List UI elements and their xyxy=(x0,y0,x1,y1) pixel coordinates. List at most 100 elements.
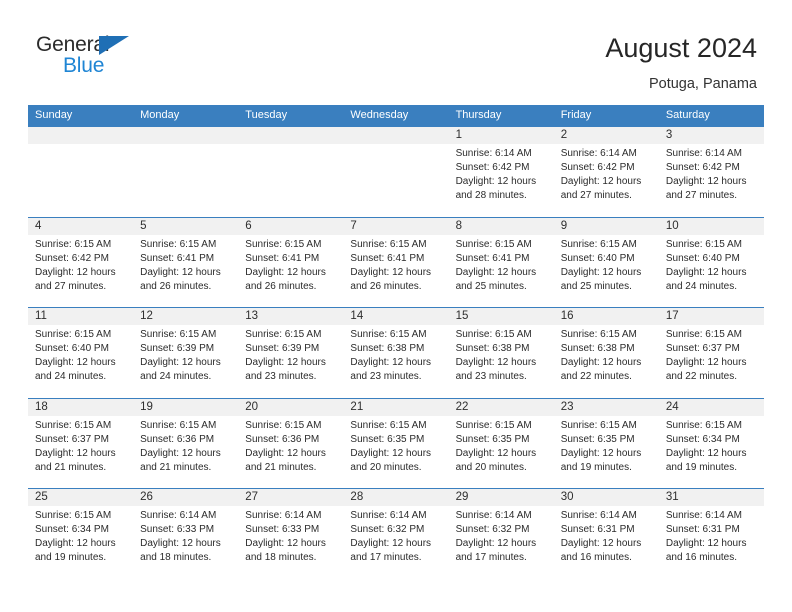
calendar-day-cell[interactable]: 9 Sunrise: 6:15 AM Sunset: 6:40 PM Daylight… xyxy=(553,217,659,307)
calendar-day-cell[interactable]: 2 Sunrise: 6:14 AM Sunset: 6:42 PM Daylight… xyxy=(553,127,659,217)
day-sun-info: Sunrise: 6:14 AM Sunset: 6:42 PM Daylight:… xyxy=(554,144,659,203)
day-sunset-line: Sunset: 6:35 PM xyxy=(560,433,635,445)
calendar-week-row: 25 Sunrise: 6:15 AM Sunset: 6:34 PM Dayligh… xyxy=(28,488,764,579)
day-daylight-line: and 24 minutes. xyxy=(35,371,107,383)
day-sunrise-line: Sunrise: 6:15 AM xyxy=(665,238,742,250)
calendar-day-cell[interactable]: 19 Sunrise: 6:15 AM Sunset: 6:36 PM Dayligh… xyxy=(133,398,239,488)
calendar-day-cell[interactable]: 3 Sunrise: 6:14 AM Sunset: 6:42 PM Daylight… xyxy=(658,127,764,217)
day-sunrise-line: Sunrise: 6:15 AM xyxy=(455,329,532,340)
day-daylight-line: Daylight: 12 hours xyxy=(455,357,537,369)
day-sun-info: Sunrise: 6:15 AM Sunset: 6:35 PM Daylight:… xyxy=(554,416,659,475)
calendar-day-cell[interactable]: 25 Sunrise: 6:15 AM Sunset: 6:34 PM Dayligh… xyxy=(28,489,134,579)
day-number: 18 xyxy=(28,398,134,416)
day-sun-info: Sunrise: 6:14 AM Sunset: 6:33 PM Daylight:… xyxy=(133,506,238,565)
day-daylight-line: and 28 minutes. xyxy=(455,190,527,202)
day-sun-info: Sunrise: 6:15 AM Sunset: 6:38 PM Daylight:… xyxy=(554,325,659,384)
calendar-day-cell[interactable]: 21 Sunrise: 6:15 AM Sunset: 6:35 PM Dayligh… xyxy=(343,398,449,488)
day-daylight-line: and 20 minutes. xyxy=(350,461,422,473)
calendar-day-cell[interactable]: 10 Sunrise: 6:15 AM Sunset: 6:40 PM Dayligh… xyxy=(658,217,764,307)
day-number: 31 xyxy=(658,489,764,506)
day-sun-info: Sunrise: 6:15 AM Sunset: 6:34 PM Daylight:… xyxy=(28,506,133,565)
calendar-day-cell[interactable]: 16 Sunrise: 6:15 AM Sunset: 6:38 PM Dayligh… xyxy=(553,308,659,398)
calendar-week-row: 1 Sunrise: 6:14 AM Sunset: 6:42 PM Daylight… xyxy=(28,126,764,217)
page-title: August 2024 xyxy=(605,33,757,63)
calendar-day-cell[interactable]: 23 Sunrise: 6:15 AM Sunset: 6:35 PM Dayligh… xyxy=(553,398,659,488)
day-number xyxy=(238,127,344,144)
calendar-day-cell[interactable]: 18 Sunrise: 6:15 AM Sunset: 6:37 PM Dayligh… xyxy=(28,398,134,488)
day-sunrise-line: Sunrise: 6:15 AM xyxy=(35,329,112,340)
calendar-day-cell[interactable]: 27 Sunrise: 6:14 AM Sunset: 6:33 PM Dayligh… xyxy=(238,489,344,579)
calendar-day-cell[interactable]: 28 Sunrise: 6:14 AM Sunset: 6:32 PM Dayligh… xyxy=(343,489,449,579)
day-number: 24 xyxy=(658,398,764,416)
calendar-day-cell[interactable]: 31 Sunrise: 6:14 AM Sunset: 6:31 PM Dayligh… xyxy=(658,489,764,579)
day-sunrise-line: Sunrise: 6:14 AM xyxy=(665,510,742,521)
day-daylight-line: and 23 minutes. xyxy=(455,371,527,383)
day-daylight-line: Daylight: 12 hours xyxy=(560,447,642,459)
day-daylight-line: and 23 minutes. xyxy=(350,371,422,383)
calendar-day-cell[interactable]: 13 Sunrise: 6:15 AM Sunset: 6:39 PM Dayligh… xyxy=(238,308,344,398)
day-daylight-line: and 26 minutes. xyxy=(245,280,317,292)
calendar-day-cell[interactable]: 30 Sunrise: 6:14 AM Sunset: 6:31 PM Dayligh… xyxy=(553,489,659,579)
day-daylight-line: and 22 minutes. xyxy=(560,371,632,383)
calendar-day-cell[interactable]: 8 Sunrise: 6:15 AM Sunset: 6:41 PM Daylight… xyxy=(448,217,554,307)
calendar-day-cell[interactable]: 17 Sunrise: 6:15 AM Sunset: 6:37 PM Dayligh… xyxy=(658,308,764,398)
calendar-day-cell[interactable]: 22 Sunrise: 6:15 AM Sunset: 6:35 PM Dayligh… xyxy=(448,398,554,488)
calendar-day-cell[interactable]: 15 Sunrise: 6:15 AM Sunset: 6:38 PM Dayligh… xyxy=(448,308,554,398)
calendar-day-cell[interactable]: 29 Sunrise: 6:14 AM Sunset: 6:32 PM Dayligh… xyxy=(448,489,554,579)
day-sunrise-line: Sunrise: 6:14 AM xyxy=(665,148,742,159)
weekday-friday: Friday xyxy=(560,109,592,121)
day-sun-info: Sunrise: 6:15 AM Sunset: 6:41 PM Daylight:… xyxy=(449,235,554,294)
day-daylight-line: Daylight: 12 hours xyxy=(560,176,642,188)
day-daylight-line: and 26 minutes. xyxy=(140,280,212,292)
day-number: 13 xyxy=(238,308,344,325)
calendar-day-cell[interactable]: 20 Sunrise: 6:15 AM Sunset: 6:36 PM Dayligh… xyxy=(238,398,344,488)
day-number: 1 xyxy=(448,127,554,144)
day-sunset-line: Sunset: 6:42 PM xyxy=(665,162,740,174)
day-sunset-line: Sunset: 6:40 PM xyxy=(560,252,635,264)
day-sun-info: Sunrise: 6:14 AM Sunset: 6:32 PM Daylight:… xyxy=(449,506,554,565)
day-sunset-line: Sunset: 6:41 PM xyxy=(245,252,320,264)
calendar-day-cell[interactable]: 6 Sunrise: 6:15 AM Sunset: 6:41 PM Daylight… xyxy=(238,217,344,307)
day-sunset-line: Sunset: 6:34 PM xyxy=(665,433,740,445)
day-sunrise-line: Sunrise: 6:14 AM xyxy=(350,510,427,521)
calendar-day-cell[interactable]: 1 Sunrise: 6:14 AM Sunset: 6:42 PM Daylight… xyxy=(448,127,554,217)
calendar-day-cell[interactable]: 14 Sunrise: 6:15 AM Sunset: 6:38 PM Dayligh… xyxy=(343,308,449,398)
day-sun-info: Sunrise: 6:14 AM Sunset: 6:31 PM Daylight:… xyxy=(659,506,764,565)
day-sunrise-line: Sunrise: 6:15 AM xyxy=(35,510,112,521)
day-daylight-line: Daylight: 12 hours xyxy=(560,266,642,278)
calendar-day-cell[interactable]: 5 Sunrise: 6:15 AM Sunset: 6:41 PM Daylight… xyxy=(133,217,239,307)
day-number: 19 xyxy=(133,398,239,416)
day-daylight-line: Daylight: 12 hours xyxy=(665,266,747,278)
day-sun-info: Sunrise: 6:15 AM Sunset: 6:40 PM Daylight:… xyxy=(554,235,659,294)
calendar-grid: Sunday Monday Tuesday Wednesday Thursday… xyxy=(28,105,764,579)
day-sunrise-line: Sunrise: 6:15 AM xyxy=(560,419,637,431)
calendar-day-cell[interactable]: 24 Sunrise: 6:15 AM Sunset: 6:34 PM Dayligh… xyxy=(658,398,764,488)
general-blue-logo[interactable]: General Blue xyxy=(36,34,216,86)
day-daylight-line: Daylight: 12 hours xyxy=(350,538,432,550)
day-daylight-line: and 18 minutes. xyxy=(245,552,317,564)
calendar-day-cell[interactable]: 26 Sunrise: 6:14 AM Sunset: 6:33 PM Dayligh… xyxy=(133,489,239,579)
calendar-week-row: 11 Sunrise: 6:15 AM Sunset: 6:40 PM Dayligh… xyxy=(28,307,764,398)
calendar-day-cell[interactable]: 12 Sunrise: 6:15 AM Sunset: 6:39 PM Dayligh… xyxy=(133,308,239,398)
day-daylight-line: and 25 minutes. xyxy=(455,280,527,292)
weekday-monday: Monday xyxy=(140,109,180,121)
calendar-day-cell-empty xyxy=(28,127,134,217)
weekday-sunday: Sunday xyxy=(35,109,73,121)
calendar-day-cell[interactable]: 7 Sunrise: 6:15 AM Sunset: 6:41 PM Daylight… xyxy=(343,217,449,307)
day-number: 30 xyxy=(553,489,659,506)
day-sun-info: Sunrise: 6:15 AM Sunset: 6:39 PM Daylight:… xyxy=(238,325,343,384)
day-daylight-line: Daylight: 12 hours xyxy=(140,538,221,550)
day-sun-info: Sunrise: 6:15 AM Sunset: 6:41 PM Daylight:… xyxy=(238,235,343,294)
day-daylight-line: and 16 minutes. xyxy=(560,552,632,564)
day-daylight-line: and 27 minutes. xyxy=(560,190,632,202)
day-daylight-line: Daylight: 12 hours xyxy=(455,538,537,550)
calendar-day-cell[interactable]: 4 Sunrise: 6:15 AM Sunset: 6:42 PM Daylight… xyxy=(28,217,134,307)
day-sun-info: Sunrise: 6:15 AM Sunset: 6:35 PM Daylight:… xyxy=(449,416,554,475)
calendar-day-cell[interactable]: 11 Sunrise: 6:15 AM Sunset: 6:40 PM Dayligh… xyxy=(28,308,134,398)
day-daylight-line: Daylight: 12 hours xyxy=(35,447,116,459)
day-sun-info: Sunrise: 6:15 AM Sunset: 6:40 PM Daylight:… xyxy=(659,235,764,294)
day-daylight-line: Daylight: 12 hours xyxy=(35,538,116,550)
day-daylight-line: and 19 minutes. xyxy=(560,461,632,473)
day-daylight-line: Daylight: 12 hours xyxy=(455,266,537,278)
day-sunrise-line: Sunrise: 6:15 AM xyxy=(245,329,322,340)
